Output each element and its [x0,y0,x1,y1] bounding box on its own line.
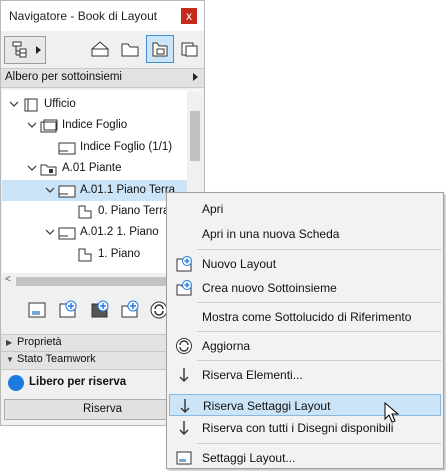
new-master-icon [91,300,109,318]
menu-separator [197,443,441,444]
menu-separator [197,331,441,332]
menu-item-label: Settaggi Layout... [202,451,296,465]
new-layout-icon [175,255,193,273]
tree-item-label: Ufficio [44,98,76,110]
tree-item-label: Indice Foglio (1/1) [80,140,173,153]
menu-item-label: Riserva Settaggi Layout [203,399,331,413]
menu-separator [197,302,441,303]
reserve-arrow-icon [175,419,193,437]
tree-item-label: A.01.2 1. Piano [80,226,159,239]
subset-icon [40,119,58,133]
tree-hierarchy-icon [12,41,27,58]
view-map-button[interactable] [117,36,143,62]
tree-item[interactable]: Ufficio [2,94,187,115]
menu-item-label: Aggiorna [202,339,251,353]
tree-item[interactable]: Indice Foglio (1/1) [2,137,187,158]
layout-settings-icon [28,302,46,318]
properties-label: Proprietà [17,336,62,348]
mouse-cursor-icon [384,402,400,423]
chevron-down-icon[interactable] [26,158,38,179]
teamwork-status: Libero per riserva [29,376,127,388]
window-title: Navigatore - Book di Layout [9,9,158,23]
new-master-button[interactable] [90,300,110,323]
tree-item-label: A.01.1 Piano Terra [80,183,176,196]
tree-item[interactable]: 1. Piano [2,244,187,265]
publisher-sets-button[interactable] [177,36,203,62]
tree-mode-label: Albero per sottoinsiemi [5,71,122,83]
drawing-icon [76,248,94,262]
layout-book-icon [152,42,168,57]
menu-item[interactable]: Crea nuovo Sottoinsieme [169,277,441,299]
tree-item[interactable]: A.01 Piante [2,158,187,179]
book-icon [22,98,40,112]
tree-item-label: A.01 Piante [62,162,122,175]
vertical-scroll-thumb[interactable] [190,111,200,161]
menu-item-label: Apri in una nuova Scheda [202,227,340,241]
menu-item-label: Apri [202,202,224,216]
new-subset-icon [121,300,139,318]
layout-book-button[interactable] [146,35,174,63]
menu-item[interactable]: Riserva Settaggi Layout [169,394,441,416]
refresh-icon [175,337,193,355]
tree-mode-dropdown[interactable]: Albero per sottoinsiemi [1,68,204,88]
menu-item-label: Riserva con tutti i Disegni disponibili [202,421,394,435]
reserve-arrow-icon [175,366,193,384]
tree-item[interactable]: Indice Foglio [2,115,187,136]
tree-item-label: 1. Piano [98,247,141,260]
subset-locked-icon [40,162,58,176]
context-menu: Apri Apri in una nuova Scheda Nuovo Layout… [166,192,444,469]
menu-item[interactable]: Mostra come Sottolucido di Riferimento [169,306,441,328]
menu-separator [197,360,441,361]
menu-item[interactable]: Riserva con tutti i Disegni disponibili [169,417,441,439]
triangle-down-icon: ▼ [6,355,14,364]
menu-item-label: Riserva Elementi... [202,368,303,382]
triangle-right-icon: ▶ [6,338,13,347]
status-indicator-icon [8,375,24,391]
menu-item-label: Crea nuovo Sottoinsieme [202,281,337,295]
menu-separator [197,249,441,250]
navigator-mode-menu-button[interactable] [4,36,46,64]
view-folder-icon [121,43,139,57]
triangle-right-icon [36,46,41,54]
title-bar[interactable]: Navigatore - Book di Layout x [1,1,204,31]
menu-item-label: Mostra come Sottolucido di Riferimento [202,310,412,324]
layout-icon [58,141,76,155]
new-subset-icon [175,279,193,297]
teamwork-label: Stato Teamwork [17,353,96,365]
chevron-down-icon[interactable] [8,94,20,115]
menu-item[interactable]: Settaggi Layout... [169,447,441,469]
menu-item[interactable]: Apri [169,198,441,220]
tree-item-label: Indice Foglio [62,119,128,132]
layout-icon [58,226,76,240]
new-layout-settings-button[interactable] [27,300,47,323]
project-map-button[interactable] [87,36,113,62]
drawing-icon [76,205,94,219]
tree-item-label: 0. Piano Terra [98,205,170,217]
publisher-icon [181,42,198,57]
horizontal-scroll-thumb[interactable] [16,277,166,286]
layout-icon [58,184,76,198]
menu-item[interactable]: Riserva Elementi... [169,364,441,386]
close-button[interactable]: x [181,8,197,24]
tree-item[interactable]: A.01.2 1. Piano [2,222,187,243]
layout-settings-icon [175,449,193,467]
tree-item[interactable]: 0. Piano Terra [2,201,187,222]
scroll-left-arrow-icon[interactable]: < [5,274,11,285]
tree-item[interactable]: A.01.1 Piano Terra [2,179,187,201]
chevron-down-icon[interactable] [44,180,56,201]
house-icon [91,41,109,57]
menu-item-label: Nuovo Layout [202,257,277,271]
menu-item[interactable]: Apri in una nuova Scheda [169,223,441,245]
new-layout-icon [59,300,77,318]
new-layout-button[interactable] [58,300,78,323]
reserve-arrow-icon [176,397,194,415]
menu-item[interactable]: Nuovo Layout [169,253,441,275]
triangle-right-icon [193,73,198,81]
chevron-down-icon[interactable] [44,222,56,243]
new-subset-button[interactable] [120,300,140,323]
chevron-down-icon[interactable] [26,115,38,136]
menu-item[interactable]: Aggiorna [169,335,441,357]
